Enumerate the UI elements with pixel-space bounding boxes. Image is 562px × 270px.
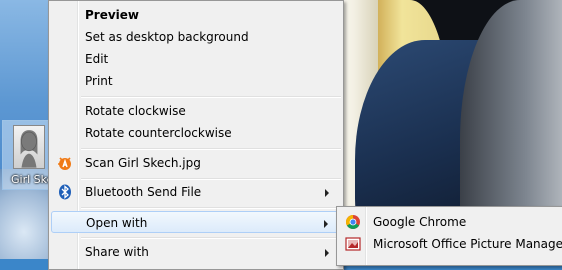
submenu-arrow-icon	[324, 220, 328, 228]
menu-separator	[81, 237, 341, 239]
menu-item-label: Edit	[85, 52, 109, 66]
avast-icon	[57, 155, 73, 171]
context-menu: Preview Set as desktop background Edit P…	[48, 0, 344, 270]
chrome-icon	[345, 214, 361, 230]
menu-item-print[interactable]: Print	[51, 70, 341, 92]
menu-item-rotate-counterclockwise[interactable]: Rotate counterclockwise	[51, 122, 341, 144]
menu-item-open-with[interactable]: Open with	[51, 211, 341, 233]
menu-separator	[81, 207, 341, 209]
submenu-item-label: Google Chrome	[373, 215, 467, 229]
menu-item-edit[interactable]: Edit	[51, 48, 341, 70]
menu-separator	[81, 96, 341, 98]
menu-item-label: Open with	[86, 216, 148, 230]
menu-item-label: Print	[85, 74, 113, 88]
desktop-file-icon[interactable]: Girl Skech	[2, 120, 66, 190]
submenu-arrow-icon	[325, 189, 329, 197]
menu-item-label: Rotate clockwise	[85, 104, 186, 118]
open-with-submenu: Google Chrome Microsoft Office Picture M…	[336, 206, 562, 266]
menu-item-label: Bluetooth Send File	[85, 185, 202, 199]
menu-item-label: Scan Girl Skech.jpg	[85, 156, 201, 170]
menu-item-label: Set as desktop background	[85, 30, 249, 44]
menu-item-label: Rotate counterclockwise	[85, 126, 232, 140]
submenu-item-google-chrome[interactable]: Google Chrome	[339, 211, 562, 233]
image-thumbnail-icon	[13, 125, 45, 169]
menu-item-share-with[interactable]: Share with	[51, 241, 341, 263]
submenu-item-picture-manager[interactable]: Microsoft Office Picture Manager	[339, 233, 562, 255]
menu-item-label: Share with	[85, 245, 149, 259]
picture-manager-icon	[345, 236, 361, 252]
menu-item-rotate-clockwise[interactable]: Rotate clockwise	[51, 100, 341, 122]
bluetooth-icon	[57, 184, 73, 200]
menu-separator	[81, 178, 341, 180]
menu-item-scan-file[interactable]: Scan Girl Skech.jpg	[51, 152, 341, 174]
menu-item-bluetooth-send-file[interactable]: Bluetooth Send File	[51, 181, 341, 203]
menu-item-set-desktop-background[interactable]: Set as desktop background	[51, 26, 341, 48]
menu-separator	[81, 148, 341, 150]
menu-item-label: Preview	[85, 8, 140, 22]
submenu-item-label: Microsoft Office Picture Manager	[373, 237, 562, 251]
submenu-arrow-icon	[325, 249, 329, 257]
menu-item-preview[interactable]: Preview	[51, 4, 341, 26]
